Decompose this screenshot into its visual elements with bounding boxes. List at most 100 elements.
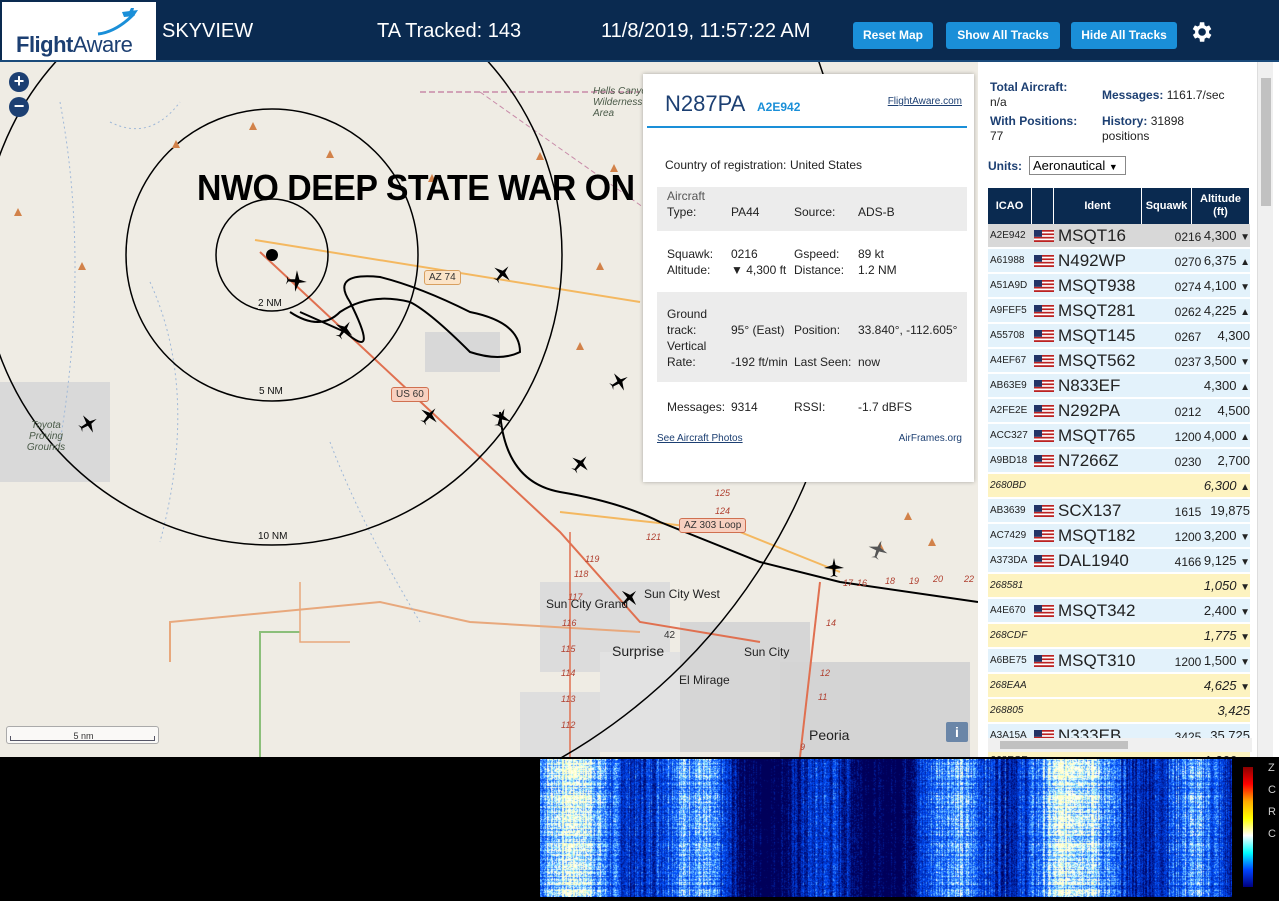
altitude-cell: 4,300 ▲ bbox=[1203, 378, 1250, 393]
place-label: El Mirage bbox=[679, 673, 730, 687]
range-ring-label: 10 NM bbox=[258, 531, 288, 542]
exit-number: 18 bbox=[885, 576, 896, 586]
icao-cell: 268CDF bbox=[990, 630, 1028, 641]
units-label: Units: bbox=[988, 159, 1022, 173]
show-all-tracks-button[interactable]: Show All Tracks bbox=[946, 22, 1060, 49]
ident-cell: N292PA bbox=[1058, 401, 1121, 420]
hide-all-tracks-button[interactable]: Hide All Tracks bbox=[1071, 22, 1177, 49]
aircraft-icon[interactable] bbox=[568, 452, 592, 476]
ident-cell: DAL1940 bbox=[1058, 551, 1129, 570]
altitude-cell: 3,200 ▼ bbox=[1203, 528, 1250, 543]
exit-number: 112 bbox=[561, 720, 576, 730]
aircraft-icon[interactable] bbox=[822, 556, 846, 580]
table-row[interactable]: ACC327 MSQT765 1200 4,000 ▲ bbox=[988, 424, 1250, 448]
exit-number: 16 bbox=[857, 578, 868, 588]
ident-cell: MSQT182 bbox=[1058, 526, 1136, 545]
aircraft-icon[interactable] bbox=[607, 370, 631, 394]
us-flag-icon bbox=[1034, 605, 1054, 617]
ident-cell: MSQT342 bbox=[1058, 601, 1136, 620]
aircraft-icon[interactable] bbox=[489, 406, 513, 430]
watermark-text: NWO DEEP STATE WAR ON AZ bbox=[197, 167, 687, 208]
table-row[interactable]: 268EAA 4,625 ▼ bbox=[988, 674, 1250, 698]
place-label: Surprise bbox=[612, 643, 665, 659]
aircraft-icon[interactable] bbox=[283, 268, 309, 294]
col-icao[interactable]: ICAO bbox=[988, 188, 1032, 224]
exit-number: 22 bbox=[964, 574, 975, 584]
table-row[interactable]: A2E942 MSQT16 0216 4,300 ▼ bbox=[988, 224, 1250, 248]
table-row[interactable]: AC7429 MSQT182 1200 3,200 ▼ bbox=[988, 524, 1250, 548]
rate-value: -192 ft/min bbox=[731, 355, 788, 369]
squawk-value: 0216 bbox=[731, 247, 758, 261]
altitude-cell: 4,500 bbox=[1217, 403, 1250, 418]
sidebar-panel: Total Aircraft: n/a Messages: 1161.7/sec … bbox=[978, 62, 1279, 757]
last-seen-value: now bbox=[858, 355, 881, 369]
app-name: SKYVIEW bbox=[162, 20, 254, 42]
table-row[interactable]: A6BE75 MSQT310 1200 1,500 ▼ bbox=[988, 649, 1250, 673]
route-label: 42 bbox=[664, 630, 676, 641]
position-value: 33.840°, -112.605° bbox=[858, 323, 958, 337]
aircraft-icon[interactable] bbox=[417, 404, 441, 428]
popup-hex[interactable]: A2E942 bbox=[757, 100, 800, 114]
icao-cell: A9FEF5 bbox=[990, 305, 1027, 316]
spectrogram-labels: Z C R C bbox=[1268, 762, 1276, 840]
zoom-out-button[interactable]: − bbox=[9, 97, 29, 117]
place-label: Toyota Proving Grounds bbox=[26, 420, 66, 453]
table-row[interactable]: 268805 3,425 bbox=[988, 699, 1250, 723]
exit-number: 125 bbox=[715, 488, 731, 498]
table-row[interactable]: A4EF67 MSQT562 0237 3,500 ▼ bbox=[988, 349, 1250, 373]
country-label: Country of registration: bbox=[665, 158, 787, 172]
type-value: PA44 bbox=[731, 205, 760, 219]
units-select[interactable]: Aeronautical ▼ bbox=[1029, 156, 1126, 175]
table-row[interactable]: A55708 MSQT145 0267 4,300 bbox=[988, 324, 1250, 348]
us-flag-icon bbox=[1034, 455, 1054, 467]
us-flag-icon bbox=[1034, 230, 1054, 242]
track-block: Ground track: 95° (East) Position: 33.84… bbox=[657, 292, 967, 382]
table-row[interactable]: 2680BD 6,300 ▲ bbox=[988, 474, 1250, 498]
distance-value: 1.2 NM bbox=[858, 263, 897, 277]
table-row[interactable]: A61988 N492WP 0270 6,375 ▲ bbox=[988, 249, 1250, 273]
flightaware-link[interactable]: FlightAware.com bbox=[888, 96, 962, 107]
table-row[interactable]: A51A9D MSQT938 0274 4,100 ▼ bbox=[988, 274, 1250, 298]
aircraft-icon[interactable] bbox=[332, 318, 356, 342]
flightaware-logo[interactable]: FlightAware bbox=[2, 2, 156, 60]
table-row[interactable]: AB63E9 N833EF 4,300 ▲ bbox=[988, 374, 1250, 398]
col-altitude[interactable]: Altitude (ft) bbox=[1192, 188, 1250, 224]
col-ident[interactable]: Ident bbox=[1054, 188, 1142, 224]
us-flag-icon bbox=[1034, 330, 1054, 342]
col-squawk[interactable]: Squawk bbox=[1142, 188, 1192, 224]
altitude-cell: 6,300 ▲ bbox=[1203, 478, 1250, 493]
messages-value: 9314 bbox=[731, 400, 758, 414]
table-row[interactable]: AB3639SCX137161519,875 ▲ bbox=[988, 499, 1250, 533]
aircraft-photos-link[interactable]: See Aircraft Photos bbox=[657, 433, 743, 444]
ident-cell: MSQT765 bbox=[1058, 426, 1136, 445]
icao-cell: A55708 bbox=[990, 330, 1025, 341]
altitude-cell: 9,125 ▼ bbox=[1203, 553, 1250, 568]
place-label: Peoria bbox=[809, 727, 850, 743]
airframes-link[interactable]: AirFrames.org bbox=[899, 433, 962, 444]
gear-icon[interactable] bbox=[1188, 19, 1214, 45]
map-view[interactable]: + − Hells Canyon Wilderness Area Toyota … bbox=[0, 62, 978, 757]
exit-number: 121 bbox=[646, 532, 662, 542]
us-flag-icon bbox=[1034, 405, 1054, 417]
icao-cell: 268EAA bbox=[990, 680, 1027, 691]
aircraft-icon[interactable] bbox=[866, 538, 890, 562]
vertical-scrollbar[interactable] bbox=[1257, 62, 1273, 757]
table-row[interactable]: 268CDF 1,775 ▼ bbox=[988, 624, 1250, 648]
reset-map-button[interactable]: Reset Map bbox=[853, 22, 933, 49]
horizontal-scrollbar[interactable] bbox=[988, 738, 1252, 752]
altitude-value: ▼ 4,300 ft bbox=[731, 263, 787, 277]
table-row[interactable]: A9FEF5 MSQT281 0262 4,225 ▲ bbox=[988, 299, 1250, 323]
table-row[interactable]: A2FE2E N292PA 0212 4,500 bbox=[988, 399, 1250, 423]
zoom-in-button[interactable]: + bbox=[9, 72, 29, 92]
aircraft-icon[interactable] bbox=[76, 412, 100, 436]
table-row[interactable]: A9BD18 N7266Z 0230 2,700 bbox=[988, 449, 1250, 473]
aircraft-icon[interactable] bbox=[490, 262, 514, 286]
map-info-button[interactable]: i bbox=[946, 722, 968, 742]
icao-cell: A2FE2E bbox=[990, 405, 1028, 416]
ident-cell: MSQT562 bbox=[1058, 351, 1136, 370]
table-row[interactable]: 268581 1,050 ▼ bbox=[988, 574, 1250, 598]
us-flag-icon bbox=[1034, 505, 1054, 517]
table-row[interactable]: A4E670 MSQT342 2,400 ▼ bbox=[988, 599, 1250, 623]
color-scale-bar bbox=[1243, 767, 1253, 887]
table-row[interactable]: A373DA DAL1940 4166 9,125 ▼ bbox=[988, 549, 1250, 573]
